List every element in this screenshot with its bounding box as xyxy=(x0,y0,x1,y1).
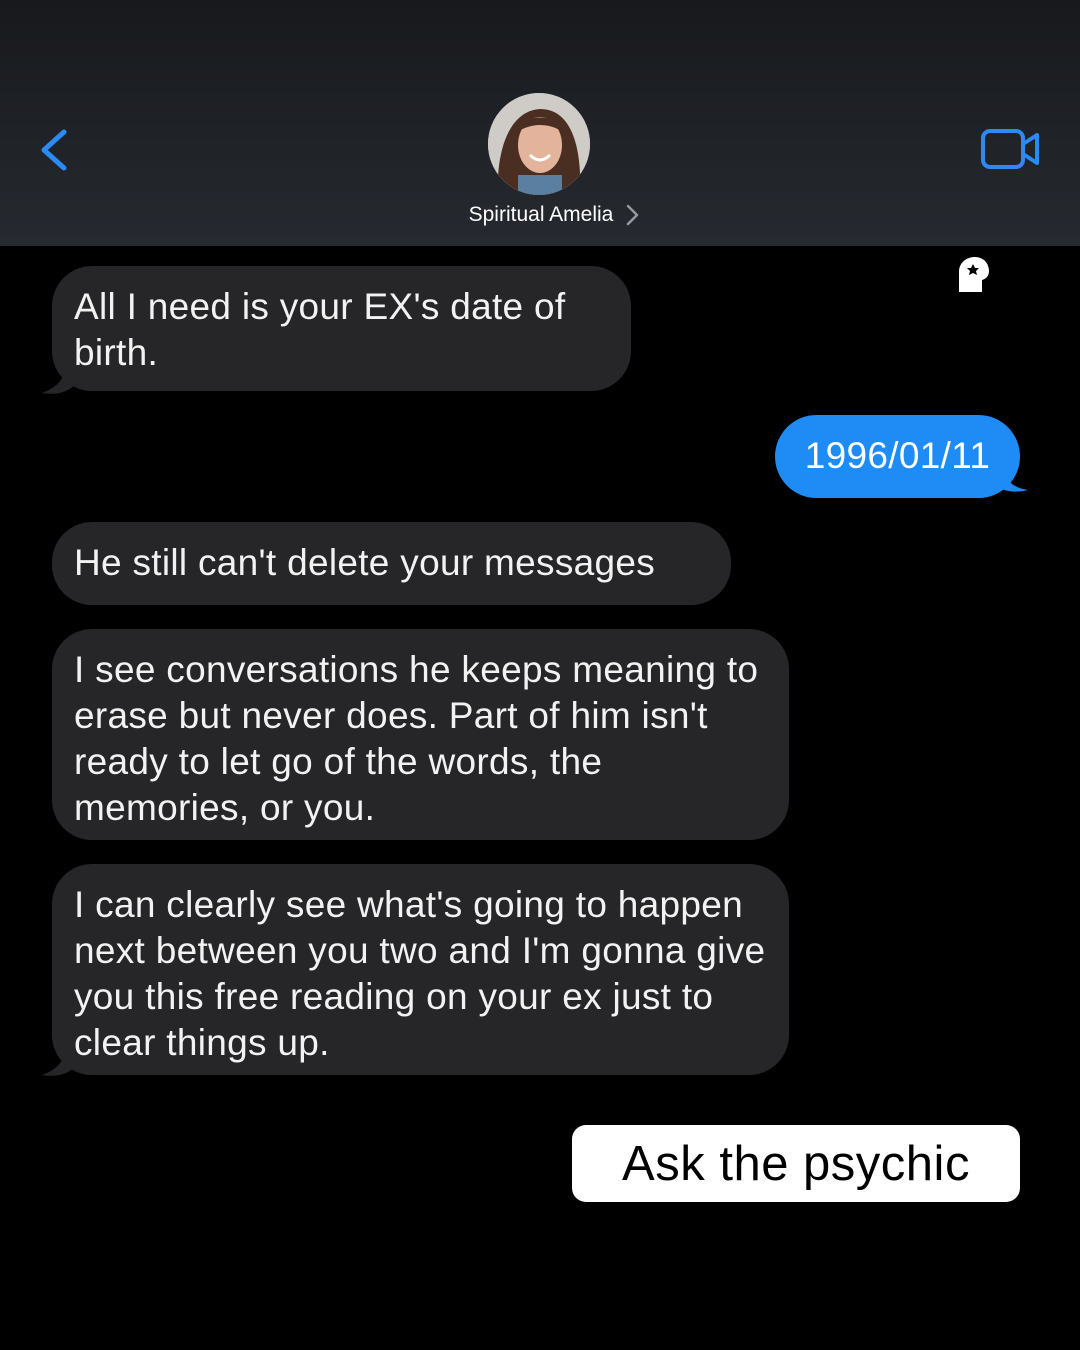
contact-name: Spiritual Amelia xyxy=(468,203,614,226)
brand-logo xyxy=(955,256,991,294)
chevron-right-icon xyxy=(627,204,639,226)
ask-psychic-button[interactable]: Ask the psychic xyxy=(572,1125,1020,1202)
incoming-message[interactable]: All I need is your EX's date of birth. xyxy=(52,266,631,391)
video-call-button[interactable] xyxy=(980,128,1042,172)
avatar-photo xyxy=(488,93,590,195)
incoming-message[interactable]: I see conversations he keeps meaning to … xyxy=(52,629,789,840)
outgoing-message[interactable]: 1996/01/11 xyxy=(775,415,1020,498)
bubble-tail xyxy=(994,468,1028,492)
video-camera-icon xyxy=(981,129,1039,169)
contact-name-row[interactable]: Spiritual Amelia xyxy=(0,200,1080,230)
head-logo-icon xyxy=(959,257,989,292)
chat-header: Spiritual Amelia xyxy=(0,0,1080,246)
back-button[interactable] xyxy=(36,126,76,174)
bubble-tail xyxy=(42,366,76,394)
incoming-message[interactable]: I can clearly see what's going to happen… xyxy=(52,864,789,1075)
bubble-tail xyxy=(42,1048,76,1076)
incoming-message[interactable]: He still can't delete your messages xyxy=(52,522,731,605)
chevron-left-icon xyxy=(41,129,67,171)
contact-avatar[interactable] xyxy=(488,93,590,195)
